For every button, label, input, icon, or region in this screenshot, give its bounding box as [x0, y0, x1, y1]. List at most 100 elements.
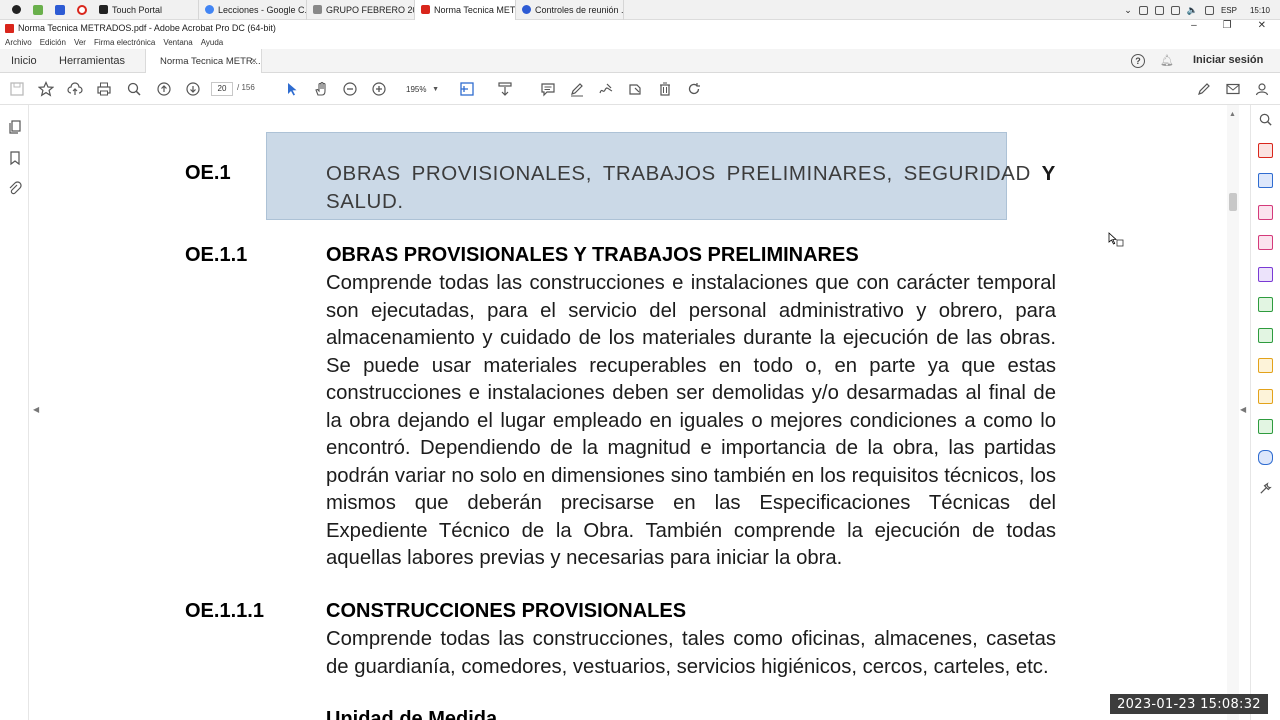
- zoom-search-icon[interactable]: [1258, 112, 1273, 127]
- user-share-icon[interactable]: [1253, 80, 1271, 98]
- comment-tool-icon[interactable]: [1258, 389, 1273, 404]
- heading-number-oe111: OE.1.1.1: [185, 600, 264, 622]
- taskbar-tab[interactable]: GRUPO FEBRERO 2022: [307, 0, 415, 20]
- acrobat-tabs: Inicio Herramientas Norma Tecnica METR..…: [0, 49, 1280, 73]
- comment-icon[interactable]: [539, 80, 557, 98]
- menu-ayuda[interactable]: Ayuda: [201, 38, 224, 47]
- menu-bar: Archivo Edición Ver Firma electrónica Ve…: [0, 36, 1280, 49]
- edit-pdf-icon[interactable]: [1258, 235, 1273, 250]
- page-number-input[interactable]: 20: [211, 82, 233, 96]
- export-pdf-icon[interactable]: [1258, 143, 1273, 158]
- heading-word: OBRAS: [326, 162, 401, 185]
- close-tab-icon[interactable]: ×: [251, 56, 257, 67]
- help-icon[interactable]: ?: [1131, 54, 1145, 68]
- battery-icon[interactable]: [1204, 5, 1214, 15]
- app-icon[interactable]: [33, 4, 43, 15]
- restore-icon[interactable]: ❐: [1223, 20, 1232, 31]
- hand-icon[interactable]: [312, 80, 330, 98]
- star-icon[interactable]: [37, 80, 55, 98]
- select-cursor-icon[interactable]: [283, 80, 301, 98]
- chevron-down-icon: ▼: [432, 86, 439, 93]
- save-icon[interactable]: [8, 80, 26, 98]
- collapse-right-panel-icon[interactable]: ◀: [1240, 405, 1246, 414]
- toolbar: 20 / 156 195% ▼: [0, 73, 1280, 105]
- menu-firma[interactable]: Firma electrónica: [94, 38, 155, 47]
- heading-unidad-medida: Unidad de Medida: [326, 708, 498, 720]
- pages-icon[interactable]: [7, 119, 23, 135]
- window-controls: – ❐ ✕: [1191, 20, 1266, 31]
- page-up-icon[interactable]: [155, 80, 173, 98]
- tab-document[interactable]: Norma Tecnica METR... ×: [145, 49, 262, 73]
- taskbar-tab[interactable]: Norma Tecnica METR...: [415, 0, 516, 20]
- taskbar-tab[interactable]: Controles de reunión ...: [516, 0, 624, 20]
- zoom-icon: [522, 5, 531, 14]
- fit-page-icon[interactable]: [458, 80, 476, 98]
- tab-document-label: Norma Tecnica METR...: [160, 55, 261, 67]
- touch-portal-icon: [99, 5, 108, 14]
- paragraph-oe11: Comprende todas las construcciones e ins…: [326, 272, 1056, 569]
- combine-files-icon[interactable]: [1258, 328, 1273, 343]
- organize-pages-icon[interactable]: [1258, 205, 1273, 220]
- send-review-icon[interactable]: [1258, 297, 1273, 312]
- more-tools-icon[interactable]: [1258, 481, 1273, 496]
- protect-shield-icon[interactable]: [1258, 450, 1273, 465]
- menu-ventana[interactable]: Ventana: [163, 38, 192, 47]
- fill-sign-icon[interactable]: [1258, 267, 1273, 282]
- wifi-icon[interactable]: [1170, 5, 1180, 15]
- menu-archivo[interactable]: Archivo: [5, 38, 32, 47]
- upload-cloud-icon[interactable]: [66, 80, 84, 98]
- chevron-down-icon[interactable]: ⌄: [1124, 5, 1132, 16]
- apple-icon[interactable]: [12, 5, 21, 14]
- app-icon[interactable]: [55, 4, 65, 15]
- window-title: Norma Tecnica METRADOS.pdf - Adobe Acrob…: [18, 23, 276, 33]
- recording-timestamp: 2023-01-23 15:08:32: [1110, 694, 1268, 714]
- taskbar-tab-label: Touch Portal: [112, 4, 163, 15]
- rotate-icon[interactable]: [685, 80, 703, 98]
- taskbar-tab-label: Controles de reunión ...: [535, 4, 624, 15]
- zoom-select[interactable]: 195% ▼: [399, 82, 444, 96]
- zoom-out-icon[interactable]: [341, 80, 359, 98]
- compress-pdf-icon[interactable]: [1258, 358, 1273, 373]
- scroll-mode-icon[interactable]: [496, 80, 514, 98]
- tray-icon[interactable]: [1138, 5, 1148, 15]
- heading-word: SEGURIDAD: [903, 162, 1031, 185]
- collapse-left-panel-icon[interactable]: ◀: [33, 405, 39, 414]
- tab-home[interactable]: Inicio: [11, 49, 37, 73]
- scroll-up-icon[interactable]: ▲: [1229, 111, 1236, 118]
- folder-icon: [313, 5, 322, 14]
- close-icon[interactable]: ✕: [1258, 20, 1266, 31]
- menu-edicion[interactable]: Edición: [40, 38, 66, 47]
- clock[interactable]: 15:10: [1250, 6, 1270, 15]
- create-pdf-icon[interactable]: [1258, 173, 1273, 188]
- sign-icon[interactable]: [597, 80, 615, 98]
- window-titlebar: Norma Tecnica METRADOS.pdf - Adobe Acrob…: [0, 20, 1280, 36]
- document-viewport[interactable]: OE.1 OBRAS PROVISIONALES, TRABAJOS PRELI…: [44, 105, 1227, 720]
- link-edit-icon[interactable]: [1195, 80, 1213, 98]
- scrollbar-thumb[interactable]: [1229, 193, 1237, 211]
- language-indicator[interactable]: ESP: [1221, 6, 1237, 15]
- volume-icon[interactable]: 🔈: [1187, 5, 1198, 16]
- scan-ocr-icon[interactable]: [1258, 419, 1273, 434]
- vertical-scrollbar[interactable]: ▲: [1227, 105, 1239, 720]
- trash-icon[interactable]: [656, 80, 674, 98]
- search-icon[interactable]: [125, 80, 143, 98]
- minimize-icon[interactable]: –: [1191, 20, 1197, 31]
- taskbar-tab[interactable]: Touch Portal: [93, 0, 199, 20]
- stamp-icon[interactable]: [626, 80, 644, 98]
- signin-button[interactable]: Iniciar sesión: [1193, 54, 1263, 66]
- taskbar-tab[interactable]: Lecciones - Google C...: [199, 0, 307, 20]
- attachment-icon[interactable]: [7, 180, 23, 196]
- app-icon[interactable]: [77, 4, 87, 15]
- zoom-in-icon[interactable]: [370, 80, 388, 98]
- bookmark-icon[interactable]: [7, 150, 23, 166]
- page-down-icon[interactable]: [184, 80, 202, 98]
- mail-icon[interactable]: [1224, 80, 1242, 98]
- print-icon[interactable]: [95, 80, 113, 98]
- bell-icon[interactable]: 🔔︎: [1160, 54, 1174, 67]
- heading-oe111-title: CONSTRUCCIONES PROVISIONALES: [326, 600, 687, 622]
- menu-ver[interactable]: Ver: [74, 38, 86, 47]
- tab-tools[interactable]: Herramientas: [59, 49, 125, 73]
- highlight-pen-icon[interactable]: [568, 80, 586, 98]
- tray-icon[interactable]: [1154, 5, 1164, 15]
- page-total: / 156: [237, 83, 255, 92]
